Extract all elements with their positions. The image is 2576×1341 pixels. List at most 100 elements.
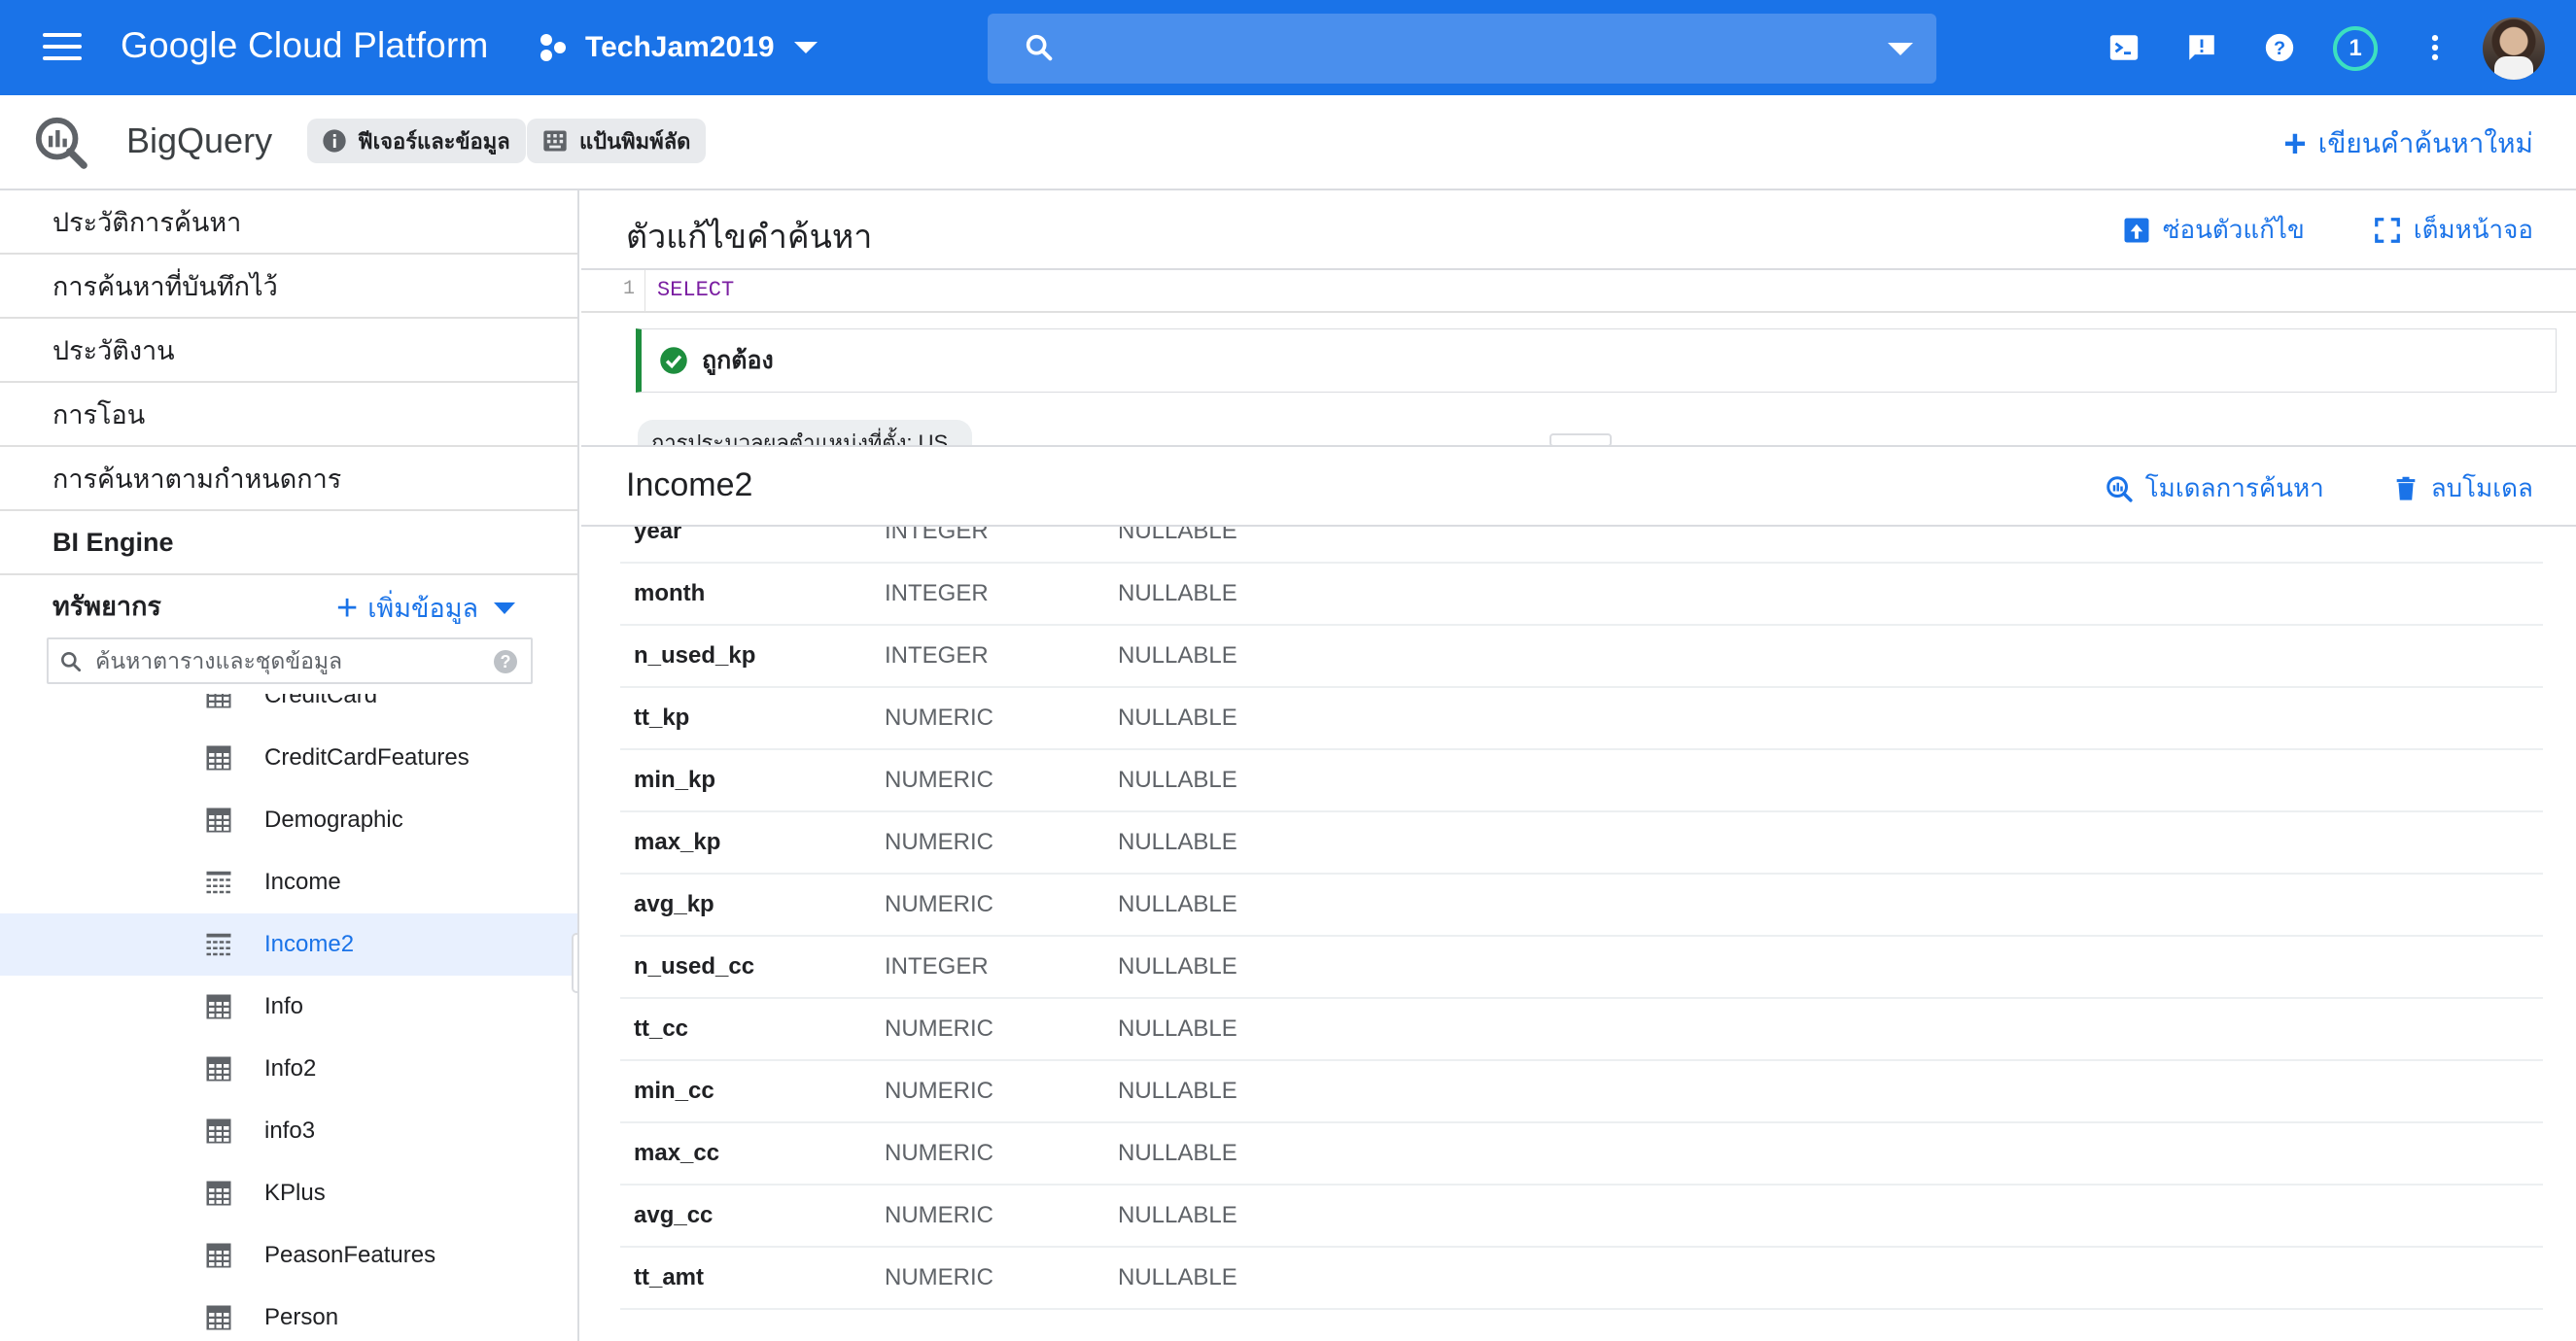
keyboard-icon	[543, 130, 567, 152]
table-icon	[206, 808, 231, 833]
feedback-icon[interactable]	[2185, 31, 2218, 64]
field-name: n_used_kp	[634, 642, 756, 669]
hide-editor-button[interactable]: ซ่อนตัวแก้ไข	[2122, 210, 2305, 250]
sidebar: ประวัติการค้นหา การค้นหาที่บันทึกไว้ ประ…	[0, 190, 579, 1341]
svg-text:?: ?	[2274, 38, 2285, 59]
tree-item-demographic[interactable]: Demographic	[0, 789, 577, 851]
tree-item-person[interactable]: Person	[0, 1287, 577, 1341]
field-mode: NULLABLE	[1118, 953, 1237, 980]
line-number: 1	[581, 270, 645, 313]
trash-icon	[2396, 476, 2416, 500]
field-name: tt_amt	[634, 1264, 705, 1290]
table-icon	[206, 1118, 231, 1144]
sidebar-item-query-history[interactable]: ประวัติการค้นหา	[0, 190, 577, 255]
schema-title: Income2	[626, 466, 753, 503]
table-row: n_used_kp INTEGER NULLABLE	[620, 626, 2543, 688]
resource-search-input[interactable]	[95, 645, 484, 676]
query-model-label: โมเดลการค้นหา	[2144, 473, 2324, 502]
resource-tree-list: CreditCard CreditCardFeatures Demographic I…	[0, 694, 577, 1341]
fullscreen-label: เต็มหน้าจอ	[2413, 215, 2533, 244]
field-mode: NULLABLE	[1118, 1264, 1237, 1290]
field-name: avg_kp	[634, 891, 714, 917]
project-icon	[540, 32, 570, 63]
field-name: max_cc	[634, 1140, 720, 1166]
table-icon	[206, 1305, 231, 1330]
query-model-button[interactable]: โมเดลการค้นหา	[2105, 468, 2324, 508]
view-table-icon	[206, 871, 231, 894]
code-line[interactable]: SELECT	[657, 278, 734, 302]
compose-query-label: เขียนคำค้นหาใหม่	[2317, 128, 2533, 158]
search-dropdown-icon[interactable]	[1888, 43, 1913, 55]
field-mode: NULLABLE	[1118, 580, 1237, 606]
table-icon	[206, 1056, 231, 1082]
fullscreen-button[interactable]: เต็มหน้าจอ	[2373, 210, 2533, 250]
sidebar-item-scheduled-queries[interactable]: การค้นหาตามกำหนดการ	[0, 447, 577, 511]
tree-item-label: Income2	[264, 931, 355, 957]
project-selector[interactable]: TechJam2019	[540, 25, 818, 70]
help-icon[interactable]: ?	[2263, 31, 2296, 64]
sidebar-resize-handle[interactable]	[572, 933, 577, 993]
search-bar[interactable]	[988, 14, 1936, 84]
editor-actions: ซ่อนตัวแก้ไข เต็มหน้าจอ	[2054, 210, 2533, 250]
compose-query-button[interactable]: + เขียนคำค้นหาใหม่	[2283, 122, 2533, 165]
tree-item-income[interactable]: Income	[0, 851, 577, 913]
tree-item-kplus[interactable]: KPlus	[0, 1162, 577, 1224]
resource-search-field[interactable]: ?	[47, 637, 533, 684]
platform-title[interactable]: Google Cloud Platform	[121, 25, 489, 66]
more-vert-icon[interactable]	[2419, 31, 2452, 64]
tree-item-info3[interactable]: info3	[0, 1100, 577, 1162]
schema-rows: year INTEGER NULLABLE month INTEGER NULLABLE n…	[620, 527, 2543, 1310]
table-row: min_kp NUMERIC NULLABLE	[620, 750, 2543, 812]
tree-item-peasonfeatures[interactable]: PeasonFeatures	[0, 1224, 577, 1287]
resources-title: ทรัพยากร	[52, 591, 161, 621]
field-type: INTEGER	[885, 527, 989, 544]
project-name: TechJam2019	[585, 31, 775, 63]
tree-item-creditcardfeatures[interactable]: CreditCardFeatures	[0, 727, 577, 789]
field-type: NUMERIC	[885, 829, 993, 855]
tree-item-info[interactable]: Info	[0, 976, 577, 1038]
delete-model-button[interactable]: ลบโมเดล	[2392, 468, 2533, 508]
shortcuts-chip-label: แป้นพิมพ์ลัด	[579, 128, 691, 154]
product-title: BigQuery	[126, 120, 273, 160]
tree-item-creditcard[interactable]: CreditCard	[0, 694, 577, 727]
product-header: BigQuery ฟีเจอร์และข้อมูล แป้นพิมพ์ลัด +…	[0, 95, 2576, 190]
cloud-shell-icon[interactable]	[2107, 31, 2141, 64]
features-chip[interactable]: ฟีเจอร์และข้อมูล	[307, 119, 526, 163]
query-editor-panel: ตัวแก้ไขคำค้นหา ซ่อนตัวแก้ไข เต็มหน้าจอ …	[581, 190, 2576, 453]
table-row: avg_kp NUMERIC NULLABLE	[620, 875, 2543, 937]
shortcuts-chip[interactable]: แป้นพิมพ์ลัด	[527, 119, 707, 163]
tree-item-income2[interactable]: Income2	[0, 913, 577, 976]
menu-icon[interactable]	[43, 33, 82, 62]
field-type: NUMERIC	[885, 767, 993, 793]
avatar[interactable]	[2483, 17, 2545, 80]
table-row: tt_kp NUMERIC NULLABLE	[620, 688, 2543, 750]
tree-item-label: Info2	[264, 1055, 317, 1082]
fullscreen-icon	[2374, 217, 2400, 243]
chevron-down-icon	[793, 42, 818, 53]
query-model-icon	[2106, 475, 2133, 502]
hide-editor-label: ซ่อนตัวแก้ไข	[2162, 215, 2305, 244]
add-data-button[interactable]: + เพิ่มข้อมูล	[336, 587, 516, 629]
sidebar-item-saved-queries[interactable]: การค้นหาที่บันทึกไว้	[0, 255, 577, 319]
sidebar-item-transfers[interactable]: การโอน	[0, 383, 577, 447]
chevron-down-icon	[494, 602, 516, 614]
field-type: NUMERIC	[885, 1078, 993, 1104]
field-mode: NULLABLE	[1118, 527, 1237, 544]
tree-item-label: Demographic	[264, 807, 403, 833]
notifications-badge[interactable]: 1	[2333, 26, 2378, 71]
validation-banner: ถูกต้อง	[636, 328, 2557, 393]
help-icon[interactable]: ?	[494, 650, 517, 673]
sidebar-item-job-history[interactable]: ประวัติงาน	[0, 319, 577, 383]
table-icon	[206, 1243, 231, 1268]
table-icon	[206, 1181, 231, 1206]
editor-title: ตัวแก้ไขคำค้นหา	[626, 219, 873, 256]
schema-panel: Income2 โมเดลการค้นหา ลบโมเดล yearINTEG	[581, 445, 2576, 1341]
sidebar-item-bi-engine[interactable]: BI Engine	[0, 511, 577, 575]
hide-editor-icon	[2124, 218, 2149, 242]
tree-item-info2[interactable]: Info2	[0, 1038, 577, 1100]
field-mode: NULLABLE	[1118, 891, 1237, 917]
view-table-icon	[206, 933, 231, 956]
bigquery-logo-icon	[35, 117, 87, 169]
field-name: min_kp	[634, 767, 716, 793]
code-editor[interactable]: 1 SELECT	[581, 268, 2576, 313]
